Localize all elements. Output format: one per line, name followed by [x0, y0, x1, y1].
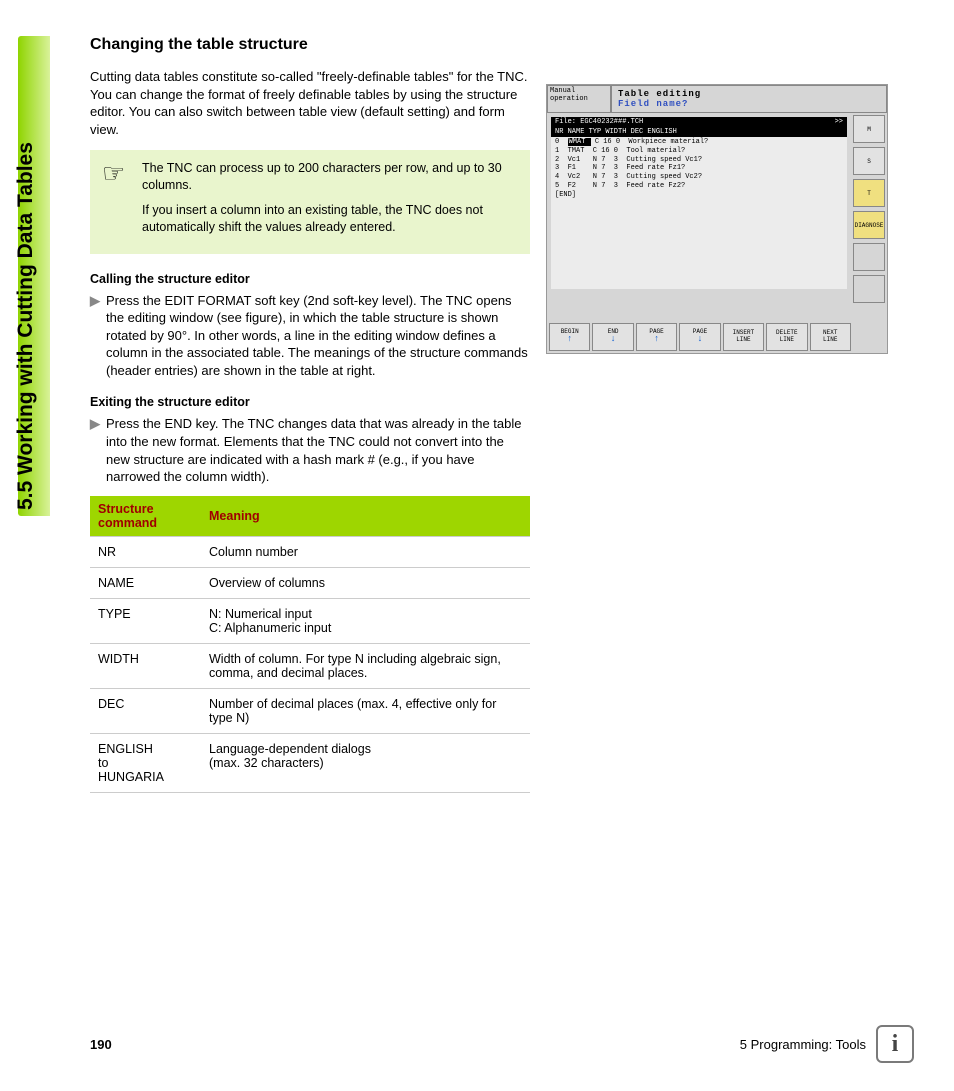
- ss-side-button[interactable]: [853, 243, 885, 271]
- page-heading: Changing the table structure: [90, 36, 530, 54]
- subheading-exiting: Exiting the structure editor: [90, 395, 530, 409]
- ss-data-row: 5 F2 N 7 3 Feed rate Fz2?: [555, 182, 843, 191]
- page-footer: 190 5 Programming: Tools i: [90, 1025, 914, 1063]
- ss-data-row: 2 Vc1 N 7 3 Cutting speed Vc1?: [555, 156, 843, 165]
- table-row: NRColumn number: [90, 536, 530, 567]
- cell-meaning: Width of column. For type N including al…: [201, 643, 530, 688]
- page-number: 190: [90, 1037, 112, 1052]
- ss-softkey[interactable]: DELETELINE: [766, 323, 807, 351]
- table-row: WIDTHWidth of column. For type N includi…: [90, 643, 530, 688]
- table-row: NAMEOverview of columns: [90, 567, 530, 598]
- cell-command: TYPE: [90, 598, 201, 643]
- table-row: DECNumber of decimal places (max. 4, eff…: [90, 688, 530, 733]
- ss-data-row: 0 WMAT C 16 0 Workpiece material?: [555, 138, 843, 147]
- step-text: Press the EDIT FORMAT soft key (2nd soft…: [106, 292, 530, 380]
- ss-title-bar: Table editing Field name?: [611, 85, 887, 113]
- intro-paragraph: Cutting data tables constitute so-called…: [90, 68, 530, 138]
- ss-softkey[interactable]: BEGIN↑: [549, 323, 590, 351]
- cell-meaning: Number of decimal places (max. 4, effect…: [201, 688, 530, 733]
- subheading-calling: Calling the structure editor: [90, 272, 530, 286]
- chevron-right-icon: ▶: [90, 415, 100, 485]
- ss-row-area: 0 WMAT C 16 0 Workpiece material?1 TMAT …: [551, 137, 847, 289]
- step-text: Press the END key. The TNC changes data …: [106, 415, 530, 485]
- cell-command: ENGLISH to HUNGARIA: [90, 733, 201, 792]
- ss-mode-box: Manual operation: [547, 85, 611, 113]
- pointing-hand-icon: ☞: [102, 160, 142, 244]
- ss-data-row: 3 F1 N 7 3 Feed rate Fz1?: [555, 164, 843, 173]
- ss-file-bar: File: EGC40232###.TCH >>: [551, 117, 847, 127]
- ss-side-buttons: MST DIAGNOSE: [853, 115, 885, 303]
- table-header-meaning: Meaning: [201, 496, 530, 537]
- ss-file-label: File: EGC40232###.TCH: [555, 118, 643, 126]
- ss-side-button[interactable]: DIAGNOSE: [853, 211, 885, 239]
- ss-subtitle: Field name?: [618, 99, 880, 109]
- table-header-command: Structure command: [90, 496, 201, 537]
- ss-end-row: [END]: [555, 191, 843, 200]
- cell-meaning: Language-dependent dialogs (max. 32 char…: [201, 733, 530, 792]
- ss-softkey[interactable]: NEXTLINE: [810, 323, 851, 351]
- chevron-right-icon: ▶: [90, 292, 100, 380]
- note-line-1: The TNC can process up to 200 characters…: [142, 160, 518, 194]
- cell-meaning: Column number: [201, 536, 530, 567]
- structure-command-table: Structure command Meaning NRColumn numbe…: [90, 496, 530, 793]
- ss-data-row: 4 Vc2 N 7 3 Cutting speed Vc2?: [555, 173, 843, 182]
- tnc-screenshot: Manual operation Table editing Field nam…: [546, 84, 888, 354]
- ss-side-button[interactable]: T: [853, 179, 885, 207]
- ss-softkey-row: BEGIN↑END↓PAGE↑PAGE↓INSERTLINEDELETELINE…: [549, 323, 851, 351]
- note-line-2: If you insert a column into an existing …: [142, 202, 518, 236]
- ss-side-button[interactable]: S: [853, 147, 885, 175]
- ss-file-right: >>: [835, 118, 843, 126]
- cell-command: NR: [90, 536, 201, 567]
- table-row: ENGLISH to HUNGARIALanguage-dependent di…: [90, 733, 530, 792]
- step-exiting: ▶ Press the END key. The TNC changes dat…: [90, 415, 530, 485]
- main-content: Changing the table structure Cutting dat…: [90, 36, 530, 793]
- ss-side-button[interactable]: M: [853, 115, 885, 143]
- cell-command: NAME: [90, 567, 201, 598]
- chapter-label: 5 Programming: Tools: [740, 1037, 866, 1052]
- info-icon: i: [876, 1025, 914, 1063]
- cell-command: WIDTH: [90, 643, 201, 688]
- note-box: ☞ The TNC can process up to 200 characte…: [90, 150, 530, 254]
- ss-softkey[interactable]: END↓: [592, 323, 633, 351]
- sidebar-section-label: 5.5 Working with Cutting Data Tables: [14, 142, 38, 510]
- cell-command: DEC: [90, 688, 201, 733]
- step-calling: ▶ Press the EDIT FORMAT soft key (2nd so…: [90, 292, 530, 380]
- ss-title: Table editing: [618, 89, 701, 99]
- table-row: TYPEN: Numerical input C: Alphanumeric i…: [90, 598, 530, 643]
- ss-column-header: NR NAME TYP WIDTH DEC ENGLISH: [551, 127, 847, 137]
- ss-softkey[interactable]: INSERTLINE: [723, 323, 764, 351]
- ss-softkey[interactable]: PAGE↑: [636, 323, 677, 351]
- ss-data-row: 1 TMAT C 16 0 Tool material?: [555, 147, 843, 156]
- cell-meaning: Overview of columns: [201, 567, 530, 598]
- cell-meaning: N: Numerical input C: Alphanumeric input: [201, 598, 530, 643]
- ss-softkey[interactable]: PAGE↓: [679, 323, 720, 351]
- ss-side-button[interactable]: [853, 275, 885, 303]
